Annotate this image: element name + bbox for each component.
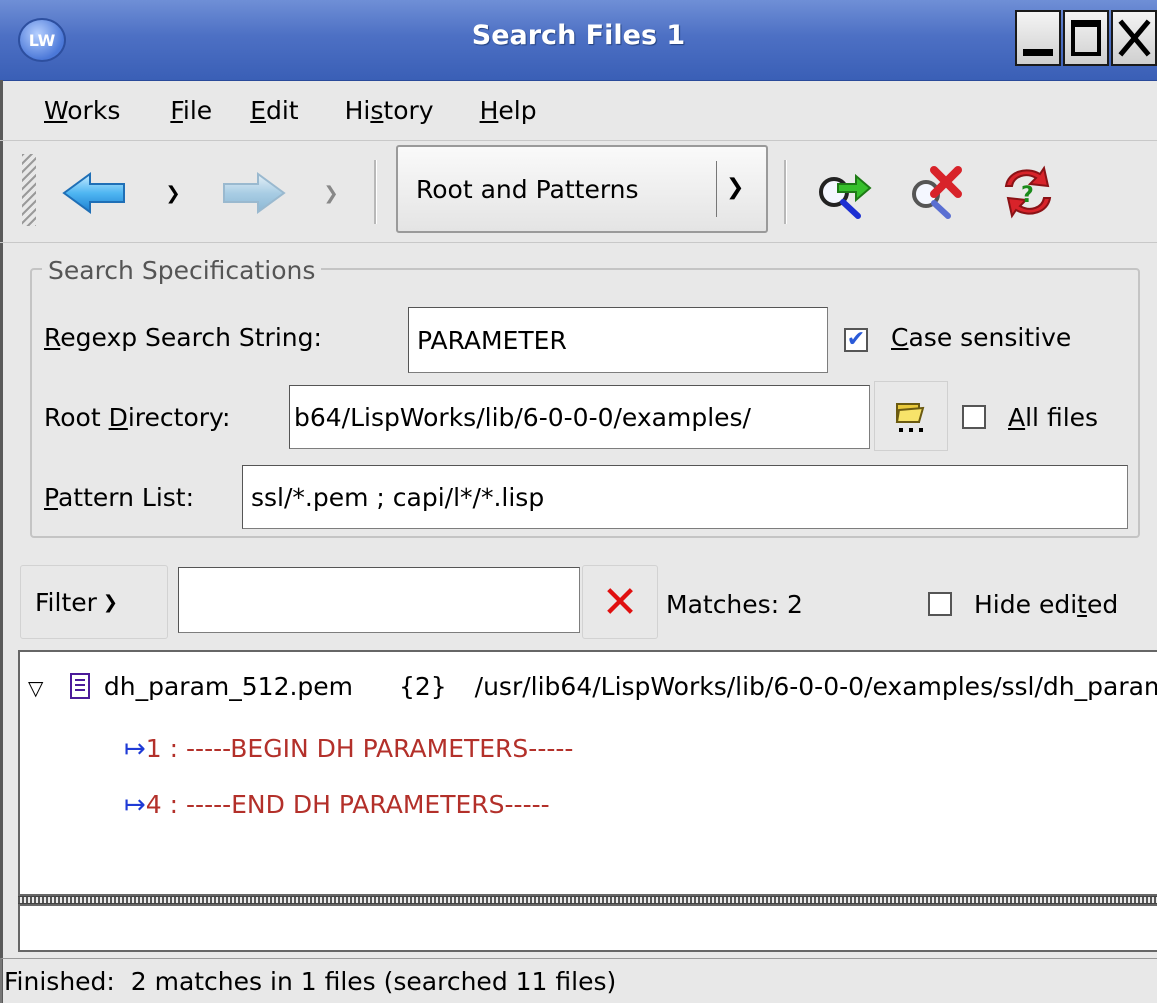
browse-directory-button[interactable] (874, 381, 948, 451)
label-mnemonic: D (108, 403, 128, 432)
regexp-search-value: PARAMETER (417, 325, 567, 355)
root-directory-value: b64/LispWorks/lib/6-0-0-0/examples/ (294, 402, 751, 432)
hide-edited-label[interactable]: Hide edited (974, 590, 1118, 619)
pattern-list-value: ssl/*.pem ; capi/l*/*.lisp (251, 482, 545, 512)
match-text: -----END DH PARAMETERS----- (186, 790, 550, 819)
output-pane[interactable] (18, 904, 1157, 952)
tree-row-match[interactable]: ↦1 : -----BEGIN DH PARAMETERS----- (124, 734, 573, 764)
match-text: -----BEGIN DH PARAMETERS----- (186, 734, 574, 763)
result-file-name: dh_param_512.pem (103, 672, 354, 701)
open-folder-icon (895, 403, 925, 432)
all-files-label[interactable]: All files (1008, 403, 1098, 432)
pane-splitter[interactable] (18, 896, 1157, 904)
menu-mnemonic: E (250, 95, 266, 125)
menu-label: orks (67, 95, 121, 125)
label-mnemonic: t (1077, 590, 1087, 619)
menu-label: tory (383, 95, 434, 125)
search-stop-icon[interactable] (906, 162, 970, 222)
chevron-down-icon[interactable]: ❯ (726, 175, 744, 200)
label-text: egexp Search String: (60, 323, 322, 352)
label-text: Hide edi (974, 590, 1078, 619)
menu-label: elp (498, 95, 537, 125)
refresh-search-icon[interactable]: ? (996, 162, 1060, 222)
label-mnemonic: R (44, 323, 61, 352)
menu-label: ile (182, 95, 213, 125)
label-text: Root (44, 403, 109, 432)
forward-arrow-icon[interactable] (218, 170, 288, 216)
filter-label: Filter (35, 587, 97, 617)
menu-mnemonic: W (44, 95, 68, 125)
menu-mnemonic: s (370, 95, 384, 125)
case-sensitive-label[interactable]: Case sensitive (891, 323, 1071, 352)
root-directory-input[interactable]: b64/LispWorks/lib/6-0-0-0/examples/ (289, 385, 870, 449)
match-separator: : (161, 734, 187, 763)
label-text: ed (1086, 590, 1119, 619)
regexp-search-input[interactable]: PARAMETER (408, 307, 828, 373)
view-mode-combo[interactable]: Root and Patterns ❯ (396, 145, 768, 233)
window-title: Search Files 1 (471, 20, 686, 51)
label-text: attern List: (57, 483, 195, 512)
menu-help[interactable]: Help (478, 92, 539, 129)
tree-row-match[interactable]: ↦4 : -----END DH PARAMETERS----- (124, 790, 550, 820)
match-arrow-icon: ↦ (124, 790, 146, 820)
root-directory-label: Root Directory: (44, 403, 230, 432)
result-file-path: /usr/lib64/LispWorks/lib/6-0-0-0/example… (474, 672, 1157, 701)
combo-divider (716, 161, 717, 217)
label-mnemonic: A (1008, 403, 1026, 432)
title-bar[interactable]: LW Search Files 1 (0, 0, 1157, 81)
menu-edit[interactable]: Edit (248, 92, 300, 129)
all-files-checkbox[interactable] (962, 405, 986, 429)
menu-mnemonic: H (479, 95, 499, 125)
view-mode-value: Root and Patterns (416, 175, 639, 204)
matches-count: Matches: 2 (666, 590, 803, 619)
collapse-triangle-icon[interactable]: ▽ (28, 676, 56, 700)
maximize-button[interactable] (1063, 10, 1109, 66)
results-tree[interactable]: ▽ dh_param_512.pem {2} /usr/lib64/LispWo… (18, 650, 1157, 896)
search-go-icon[interactable] (812, 162, 876, 222)
case-sensitive-checkbox[interactable]: ✔ (844, 328, 868, 352)
search-files-window: LW Search Files 1 Works File Edit Histor… (0, 0, 1157, 1003)
toolbar-separator (374, 160, 377, 224)
minimize-button[interactable] (1015, 10, 1061, 66)
menu-bar: Works File Edit History Help (0, 80, 1157, 141)
menu-file[interactable]: File (168, 92, 214, 129)
label-mnemonic: P (44, 483, 58, 512)
label-text: ll files (1025, 403, 1099, 432)
label-text: ase sensitive (908, 323, 1072, 352)
hide-edited-checkbox[interactable] (928, 592, 952, 616)
status-text: Finished: 2 matches in 1 files (searched… (4, 966, 617, 996)
menu-works[interactable]: Works (42, 92, 122, 129)
match-line-number: 4 (145, 790, 162, 819)
close-button[interactable] (1111, 10, 1157, 66)
match-arrow-icon: ↦ (124, 734, 146, 764)
label-mnemonic: C (891, 323, 909, 352)
menu-history[interactable]: History (343, 92, 436, 129)
match-line-number: 1 (145, 734, 162, 763)
label-text: irectory: (127, 403, 231, 432)
forward-history-chevron-icon[interactable]: ❯ (322, 185, 340, 203)
pattern-list-input[interactable]: ssl/*.pem ; capi/l*/*.lisp (242, 465, 1128, 529)
menu-label: dit (265, 95, 299, 125)
svg-text:?: ? (1021, 183, 1034, 208)
toolbar-separator (784, 160, 787, 224)
back-arrow-icon[interactable] (60, 170, 130, 216)
close-icon: ✕ (601, 576, 639, 628)
clear-filter-button[interactable]: ✕ (582, 565, 658, 639)
search-specifications-title: Search Specifications (42, 256, 322, 285)
menu-label: Hi (344, 95, 371, 125)
filter-menu-button[interactable]: Filter ❯ (20, 565, 168, 639)
text-file-icon (69, 673, 90, 699)
filter-input[interactable] (178, 567, 580, 633)
status-bar: Finished: 2 matches in 1 files (searched… (0, 958, 1157, 1003)
chevron-down-icon: ❯ (102, 591, 119, 613)
result-file-match-count: {2} (398, 672, 447, 701)
match-separator: : (161, 790, 187, 819)
menu-mnemonic: F (170, 95, 183, 125)
pattern-list-label: Pattern List: (44, 483, 194, 512)
back-history-chevron-icon[interactable]: ❯ (164, 185, 182, 203)
tree-row-file[interactable]: ▽ dh_param_512.pem {2} /usr/lib64/LispWo… (28, 672, 1157, 701)
toolbar-grip-handle[interactable] (22, 154, 36, 226)
regexp-label: Regexp Search String: (44, 323, 322, 352)
